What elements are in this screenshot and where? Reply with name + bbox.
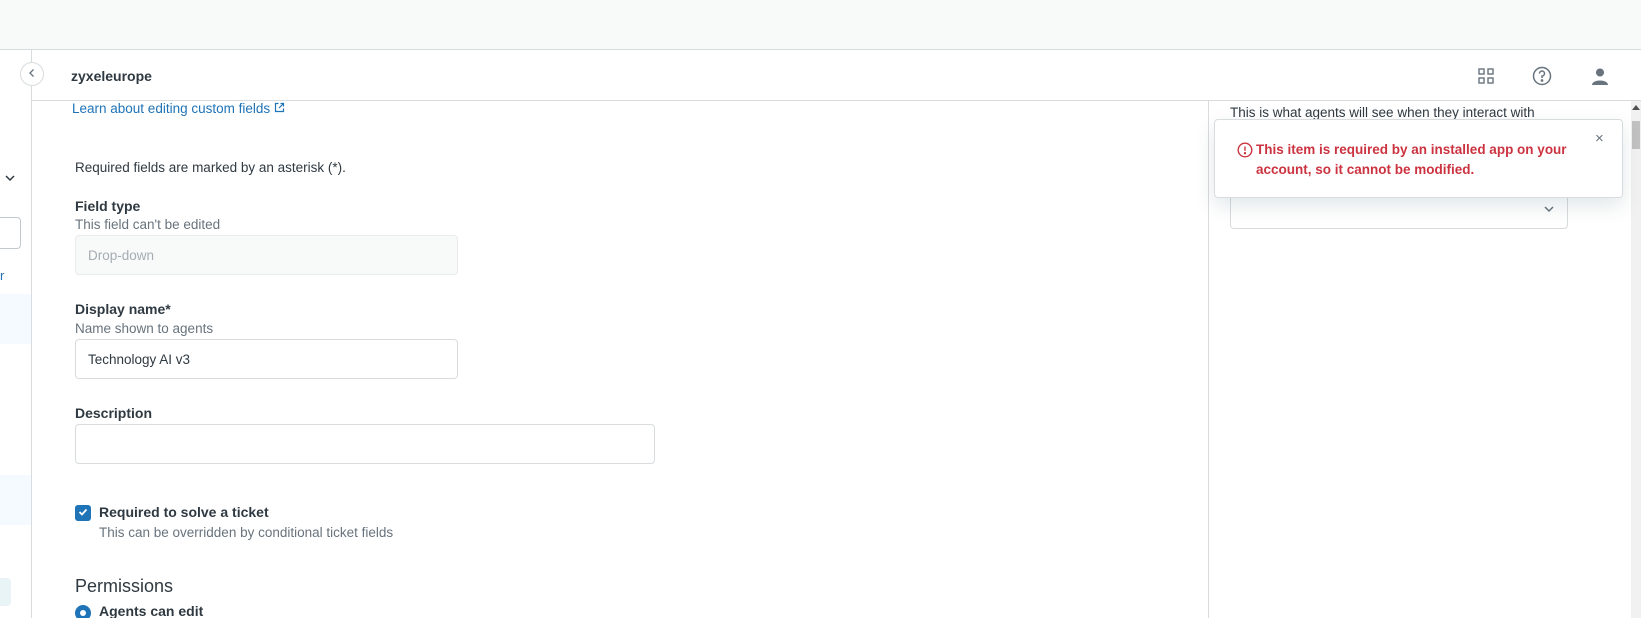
main-content: Learn about editing custom fields Requir… (32, 101, 1208, 618)
required-to-solve-checkbox[interactable] (75, 505, 91, 521)
top-bar (0, 0, 1641, 50)
external-link-icon (274, 101, 285, 116)
field-type-label: Field type (75, 198, 141, 214)
learn-link-label[interactable]: Learn about editing custom fields (72, 101, 270, 116)
sidebar-pill[interactable] (0, 578, 11, 606)
sidebar-link[interactable]: r (0, 268, 4, 283)
required-to-solve-hint: This can be overridden by conditional ti… (99, 525, 394, 540)
user-profile-icon[interactable] (1588, 64, 1612, 88)
agents-can-edit-label[interactable]: Agents can edit (99, 603, 203, 618)
display-name-input[interactable] (75, 339, 458, 379)
permissions-title: Permissions (75, 576, 174, 596)
sidebar-search-input[interactable] (0, 217, 21, 249)
products-grid-icon[interactable] (1474, 64, 1498, 88)
required-note: Required fields are marked by an asteris… (75, 160, 346, 175)
chevron-down-icon[interactable] (4, 171, 16, 189)
scrollbar[interactable] (1631, 101, 1641, 618)
display-name-hint: Name shown to agents (75, 321, 214, 336)
description-label: Description (75, 405, 153, 421)
preview-description: This is what agents will see when they i… (1230, 105, 1535, 120)
account-name: zyxeleurope (71, 68, 152, 84)
field-type-input (75, 235, 458, 275)
chevron-down-icon (1543, 202, 1555, 220)
sidebar-item-highlight[interactable] (0, 294, 31, 344)
display-name-label: Display name* (75, 301, 171, 317)
required-to-solve-label[interactable]: Required to solve a ticket (99, 504, 269, 520)
error-toast: This item is required by an installed ap… (1214, 119, 1623, 198)
checkmark-icon (78, 504, 88, 522)
header: zyxeleurope (32, 50, 1641, 101)
help-icon[interactable] (1530, 64, 1554, 88)
collapse-sidebar-button[interactable] (20, 62, 44, 86)
chevron-left-icon (27, 65, 37, 83)
scrollbar-thumb[interactable] (1632, 121, 1640, 149)
error-icon (1237, 142, 1253, 163)
sidebar-item-highlight[interactable] (0, 475, 31, 525)
sidebar: r (0, 50, 32, 618)
close-icon[interactable]: × (1595, 130, 1604, 147)
toast-message: This item is required by an installed ap… (1256, 142, 1567, 177)
agents-can-edit-radio[interactable] (75, 605, 91, 618)
description-input[interactable] (75, 424, 655, 464)
scroll-up-arrow-icon[interactable] (1632, 105, 1640, 110)
learn-link[interactable]: Learn about editing custom fields (72, 101, 285, 116)
field-type-hint: This field can't be edited (75, 217, 221, 232)
